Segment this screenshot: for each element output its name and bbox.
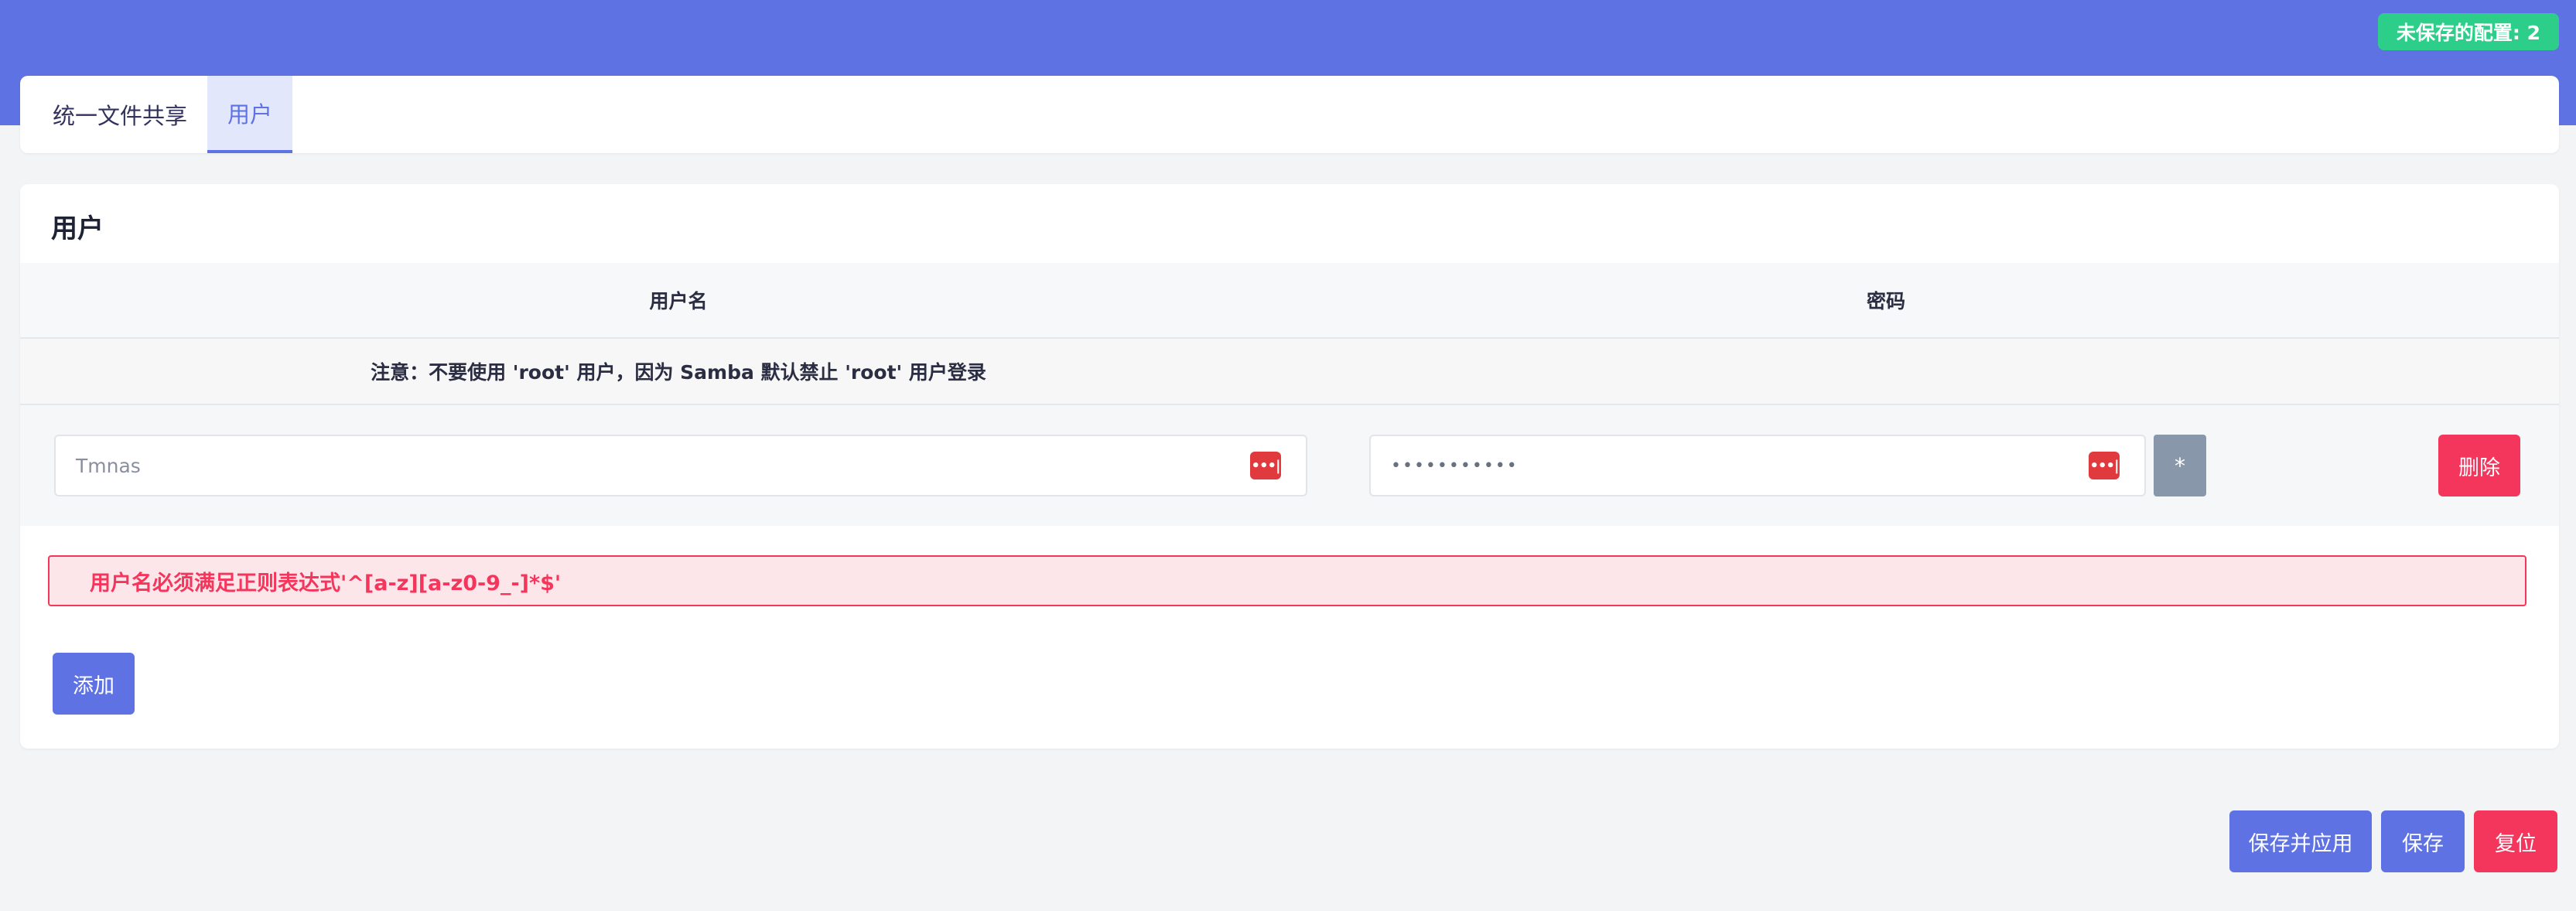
username-input[interactable]: Tmnas •••| xyxy=(54,435,1307,496)
root-user-note: 注意：不要使用 'root' 用户，因为 Samba 默认禁止 'root' 用… xyxy=(371,361,986,384)
reset-button[interactable]: 复位 xyxy=(2474,810,2557,872)
page: 未保存的配置: 2 统一文件共享 用户 用户 用户名 密码 注意：不要使用 'r… xyxy=(0,0,2576,911)
delete-user-button[interactable]: 删除 xyxy=(2438,435,2520,496)
add-user-button[interactable]: 添加 xyxy=(53,653,135,715)
username-value[interactable]: Tmnas xyxy=(76,455,1306,477)
password-manager-icon[interactable]: •••| xyxy=(1250,452,1281,479)
section-title: 用户 xyxy=(51,213,104,244)
column-header-password: 密码 xyxy=(1866,290,1905,312)
table-row: Tmnas •••| ••••••••••• •••| * 删除 xyxy=(20,405,2559,526)
reveal-password-button[interactable]: * xyxy=(2154,435,2206,496)
save-and-apply-button[interactable]: 保存并应用 xyxy=(2229,810,2372,872)
users-section: 用户 用户名 密码 注意：不要使用 'root' 用户，因为 Samba 默认禁… xyxy=(20,184,2559,749)
tab-users[interactable]: 用户 xyxy=(207,76,293,153)
tab-bar: 统一文件共享 用户 xyxy=(20,76,2559,153)
column-header-username: 用户名 xyxy=(649,290,708,312)
password-input[interactable]: ••••••••••• •••| xyxy=(1369,435,2146,496)
validation-error: 用户名必须满足正则表达式'^[a-z][a-z0-9_-]*$' xyxy=(48,555,2526,606)
password-manager-icon[interactable]: •••| xyxy=(2089,452,2120,479)
password-value[interactable]: ••••••••••• xyxy=(1391,456,2144,476)
unsaved-config-badge[interactable]: 未保存的配置: 2 xyxy=(2377,13,2559,50)
table-header: 用户名 密码 xyxy=(20,263,2559,339)
save-button[interactable]: 保存 xyxy=(2381,810,2465,872)
table-note-row: 注意：不要使用 'root' 用户，因为 Samba 默认禁止 'root' 用… xyxy=(20,339,2559,405)
tab-unified-file-sharing[interactable]: 统一文件共享 xyxy=(20,76,207,153)
